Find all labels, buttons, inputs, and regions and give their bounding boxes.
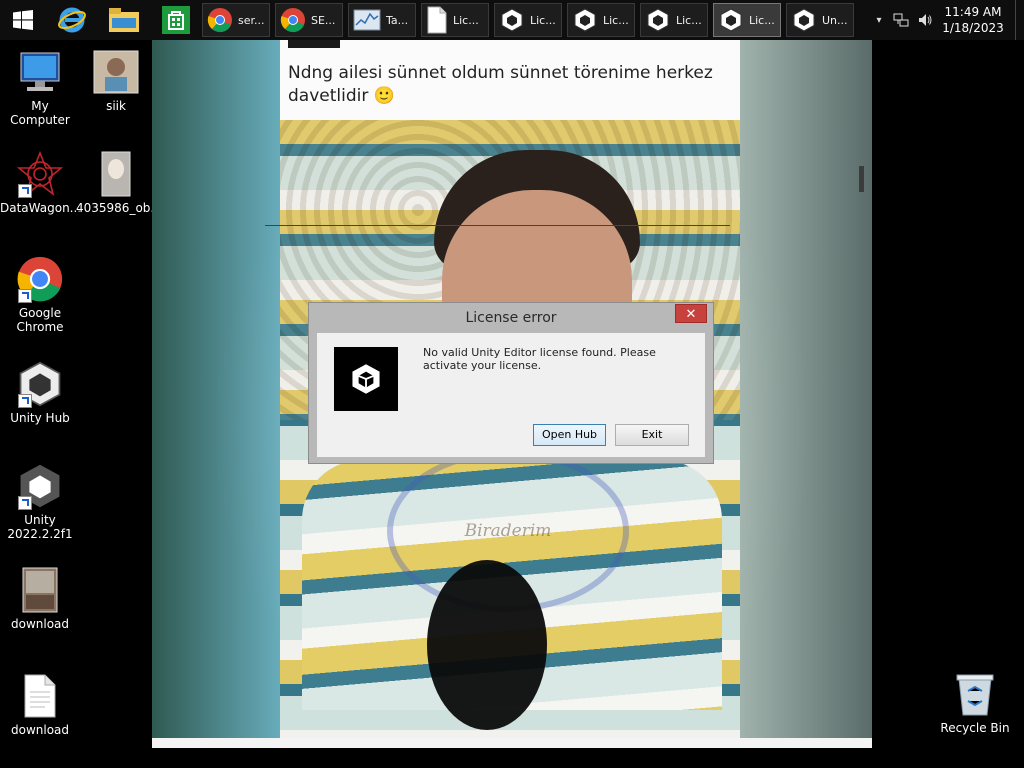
dialog-body: No valid Unity Editor license found. Ple…	[317, 333, 705, 457]
image-file-icon	[92, 150, 140, 198]
recycle-bin-icon	[951, 670, 999, 718]
text-file-icon	[16, 672, 64, 720]
scrollbar-thumb[interactable]	[859, 166, 864, 192]
clock-date: 1/18/2023	[942, 21, 1004, 35]
system-tray: ▾ 11:49 AM 1/18/2023	[869, 0, 1024, 40]
photo-viewer-bottom-bar	[152, 738, 872, 748]
taskbar-window-unity-2[interactable]: Lic...	[567, 3, 635, 37]
ie-pinned-button[interactable]	[46, 0, 98, 40]
shortcut-arrow-icon	[18, 496, 32, 510]
unity-icon	[16, 462, 64, 510]
taskbar-window-label: Lic...	[453, 13, 479, 27]
taskbar-window-unity-4[interactable]: Lic...	[713, 3, 781, 37]
taskbar-window-unity-3[interactable]: Lic...	[640, 3, 708, 37]
image-file-icon	[92, 48, 140, 96]
desktop-icon-label: Recycle Bin	[940, 721, 1010, 735]
shortcut-arrow-icon	[18, 394, 32, 408]
desktop-icon-label: download	[10, 617, 70, 631]
taskbar-window-label: ser...	[238, 13, 265, 27]
taskbar-window-label: Un...	[822, 13, 848, 27]
start-button[interactable]	[0, 0, 46, 40]
desktop-icon-unity-hub[interactable]: Unity Hub	[0, 360, 80, 425]
open-hub-button[interactable]: Open Hub	[533, 424, 606, 446]
desktop-icon-download-file[interactable]: download	[0, 672, 80, 737]
desktop-icon-label: Unity 2022.2.2f1	[7, 513, 73, 541]
post-avatar	[288, 40, 340, 48]
desktop-icon-4035986[interactable]: 4035986_ob...	[76, 150, 162, 215]
shortcut-arrow-icon	[18, 289, 32, 303]
file-explorer-icon	[109, 8, 139, 32]
unity-icon	[501, 8, 523, 32]
taskbar-window-label: Lic...	[530, 13, 556, 27]
taskbar-window-label: Lic...	[676, 13, 702, 27]
close-button[interactable]: ✕	[675, 304, 707, 323]
clock-time: 11:49 AM	[944, 5, 1002, 19]
store-icon	[162, 6, 190, 34]
taskbar-window-unity-1[interactable]: Lic...	[494, 3, 562, 37]
taskbar-window-label: Lic...	[749, 13, 775, 27]
image-file-icon	[16, 566, 64, 614]
desktop-icon-unity-2022[interactable]: Unity 2022.2.2f1	[0, 462, 80, 541]
show-desktop-button[interactable]	[1015, 0, 1024, 40]
photo-divider-line	[265, 225, 730, 226]
post-card: Ndng ailesi sünnet oldum sünnet törenime…	[280, 40, 740, 120]
store-pinned-button[interactable]	[150, 0, 202, 40]
close-icon: ✕	[685, 307, 697, 322]
task-manager-icon	[353, 9, 381, 31]
clock[interactable]: 11:49 AM 1/18/2023	[937, 4, 1009, 36]
windows-logo-icon	[13, 10, 33, 30]
desktop-icon-datawagon[interactable]: DataWagon...	[0, 150, 82, 215]
taskbar-window-chrome-2[interactable]: SE...	[275, 3, 343, 37]
taskbar-window-task-manager[interactable]: Ta...	[348, 3, 416, 37]
license-error-dialog: License error ✕ No valid Unity Editor li…	[308, 302, 714, 464]
taskbar-window-document[interactable]: Lic...	[421, 3, 489, 37]
desktop-icon-siik[interactable]: siik	[76, 48, 156, 113]
desktop-icon-label: Unity Hub	[10, 411, 70, 425]
taskbar-window-chrome-1[interactable]: ser...	[202, 3, 270, 37]
unity-icon	[574, 8, 596, 32]
datawagon-icon	[16, 150, 64, 198]
chrome-icon	[16, 255, 64, 303]
document-icon	[427, 6, 447, 34]
show-hidden-icons-arrow[interactable]: ▾	[869, 15, 889, 26]
chrome-icon	[280, 8, 305, 33]
unity-icon	[793, 8, 815, 32]
exit-button[interactable]: Exit	[615, 424, 689, 446]
desktop-icon-label: Google Chrome	[16, 306, 64, 334]
internet-explorer-icon	[58, 7, 86, 33]
desktop-icon-label: siik	[106, 99, 126, 113]
computer-icon	[16, 48, 64, 96]
shortcut-arrow-icon	[18, 184, 32, 198]
file-explorer-pinned-button[interactable]	[98, 0, 150, 40]
taskbar: ser... SE... Ta... Lic... Lic... Lic...	[0, 0, 1024, 40]
desktop-icon-my-computer[interactable]: My Computer	[0, 48, 80, 127]
desktop-icon-recycle-bin[interactable]: Recycle Bin	[935, 670, 1015, 735]
network-icon[interactable]	[892, 11, 910, 29]
desktop-icon-label: My Computer	[10, 99, 70, 127]
desktop-icon-download-image[interactable]: download	[0, 566, 80, 631]
photo-scribble	[427, 560, 547, 730]
desktop-icon-label: 4035986_ob...	[76, 201, 162, 215]
taskbar-window-label: SE...	[311, 13, 336, 27]
dialog-title: License error	[465, 310, 557, 326]
taskbar-window-label: Lic...	[603, 13, 629, 27]
post-text: Ndng ailesi sünnet oldum sünnet törenime…	[288, 63, 713, 106]
unity-icon	[16, 360, 64, 408]
volume-icon[interactable]	[916, 11, 934, 29]
desktop-icon-label: download	[10, 723, 70, 737]
chrome-icon	[207, 8, 232, 33]
desktop-icon-label: DataWagon...	[0, 201, 82, 215]
unity-icon	[647, 8, 669, 32]
unity-icon	[352, 364, 380, 394]
unity-icon	[720, 8, 742, 32]
unity-logo	[334, 347, 398, 411]
dialog-message: No valid Unity Editor license found. Ple…	[423, 346, 656, 372]
desktop-icon-google-chrome[interactable]: Google Chrome	[0, 255, 80, 334]
taskbar-window-label: Ta...	[386, 13, 409, 27]
taskbar-window-unity-5[interactable]: Un...	[786, 3, 854, 37]
